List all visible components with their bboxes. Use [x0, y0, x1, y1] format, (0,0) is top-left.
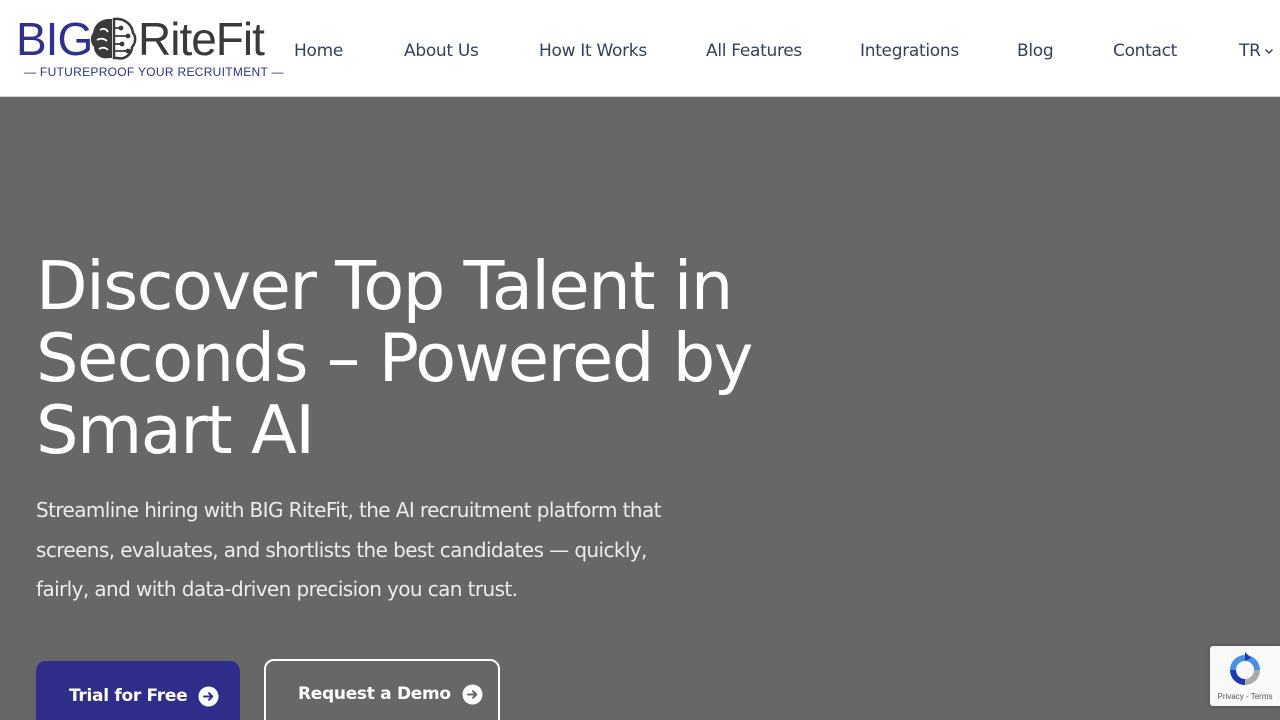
recaptcha-separator: - [1243, 692, 1251, 701]
nav-item-all-features[interactable]: All Features [706, 38, 802, 64]
recaptcha-icon [1230, 652, 1260, 685]
nav-item-blog[interactable]: Blog [1017, 38, 1054, 64]
nav-item-contact[interactable]: Contact [1113, 38, 1177, 64]
recaptcha-privacy-link[interactable]: Privacy [1218, 692, 1244, 701]
site-header: BIG RiteFit — FUTUREPROOF YOUR RECRUITME… [0, 0, 1280, 97]
language-label: TR [1239, 41, 1261, 61]
demo-button-label: Request a Demo [298, 684, 451, 704]
trial-button-label: Trial for Free [69, 686, 188, 706]
recaptcha-badge[interactable]: Privacy - Terms [1210, 646, 1280, 706]
arrow-right-circle-icon [198, 686, 219, 706]
nav-item-how-it-works[interactable]: How It Works [539, 38, 647, 64]
brand-logo[interactable]: BIG RiteFit — FUTUREPROOF YOUR RECRUITME… [16, 13, 284, 82]
arrow-right-circle-icon [462, 684, 483, 704]
recaptcha-terms-link[interactable]: Terms [1251, 692, 1273, 701]
logo-text-big: BIG [16, 13, 93, 65]
nav-item-integrations[interactable]: Integrations [860, 38, 959, 64]
logo-text-ritefit: RiteFit [138, 13, 265, 65]
trial-for-free-button[interactable]: Trial for Free [36, 661, 240, 720]
logo-tagline: — FUTUREPROOF YOUR RECRUITMENT — [24, 65, 284, 79]
hero-subtitle: Streamline hiring with BIG RiteFit, the … [36, 498, 662, 601]
request-demo-button[interactable]: Request a Demo [264, 659, 500, 720]
brain-circuit-icon [90, 17, 137, 60]
recaptcha-links: Privacy - Terms [1210, 692, 1280, 701]
language-selector[interactable]: TR [1239, 38, 1274, 64]
chevron-down-icon [1264, 49, 1273, 54]
nav-item-about-us[interactable]: About Us [404, 38, 479, 64]
nav-item-home[interactable]: Home [294, 38, 343, 64]
hero-title: Discover Top Talent in Seconds – Powered… [36, 247, 753, 469]
